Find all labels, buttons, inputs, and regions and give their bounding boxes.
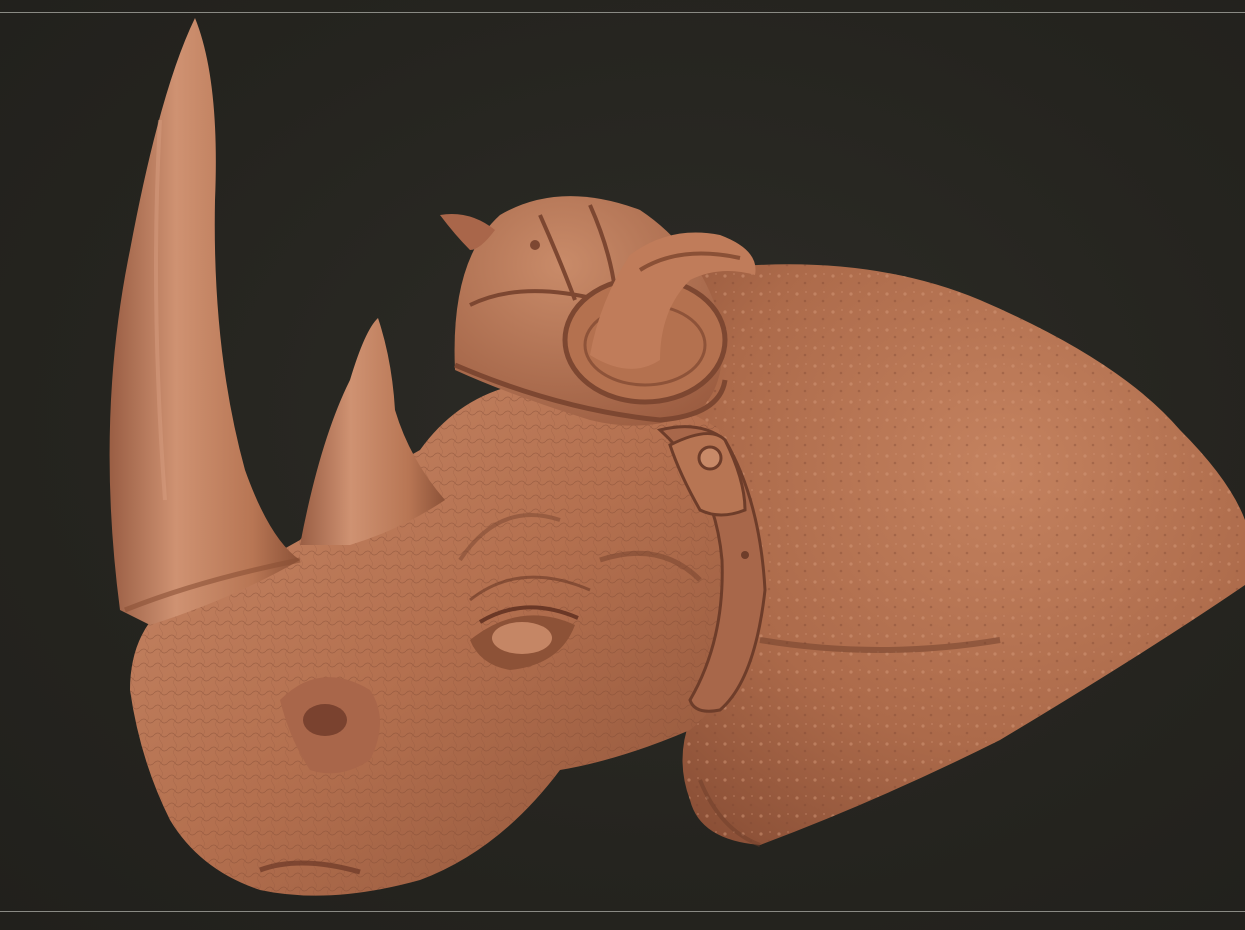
second-horn bbox=[300, 318, 445, 545]
rhino-sculpt-model[interactable] bbox=[0, 0, 1245, 930]
viewport-bottom-border bbox=[0, 911, 1245, 912]
leather-helmet bbox=[440, 196, 756, 426]
3d-viewport[interactable] bbox=[0, 0, 1245, 930]
front-horn bbox=[109, 18, 300, 625]
